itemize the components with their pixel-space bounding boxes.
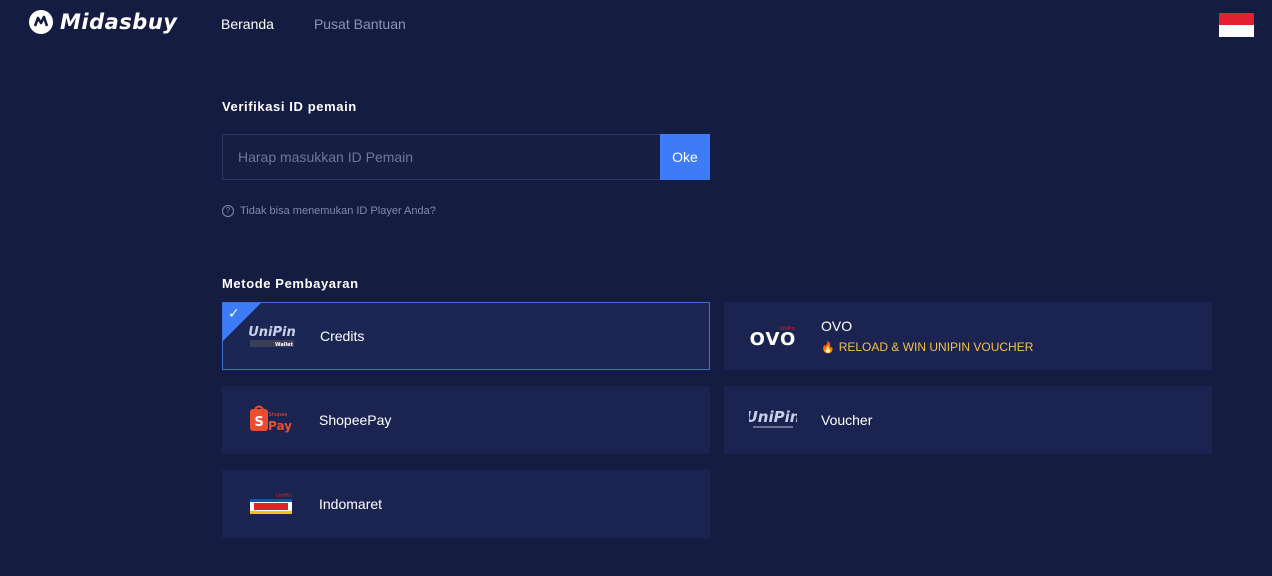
ovo-promo: 🔥 RELOAD & WIN UNIPIN VOUCHER	[821, 340, 1033, 354]
payment-name-ovo: OVO	[821, 318, 853, 334]
payment-card-ovo[interactable]: UniPin OVO OVO 🔥 RELOAD & WIN UNIPIN VOU…	[724, 302, 1212, 370]
payment-card-shopeepay[interactable]: S Shopee Pay ShopeePay	[222, 386, 710, 454]
midasbuy-logo-icon	[29, 10, 53, 34]
player-id-form: Oke	[222, 134, 710, 180]
player-id-input[interactable]	[222, 134, 660, 180]
fire-icon: 🔥	[821, 341, 835, 354]
svg-text:UniPin: UniPin	[276, 493, 292, 499]
payment-name-indomaret: Indomaret	[319, 496, 383, 512]
nav-help-center[interactable]: Pusat Bantuan	[314, 16, 406, 32]
check-icon: ✓	[228, 305, 240, 321]
svg-text:S: S	[254, 415, 263, 430]
top-header: Midasbuy Beranda Pusat Bantuan	[0, 0, 1272, 48]
nav-home[interactable]: Beranda	[221, 16, 274, 32]
svg-text:UniPin: UniPin	[248, 325, 296, 340]
svg-text:UniPin: UniPin	[749, 408, 797, 426]
svg-text:Shopee: Shopee	[268, 412, 287, 418]
svg-text:OVO: OVO	[749, 329, 796, 349]
find-id-help-link[interactable]: ? Tidak bisa menemukan ID Player Anda?	[222, 205, 436, 217]
midasbuy-logo[interactable]: Midasbuy	[28, 9, 177, 35]
brand-name: Midasbuy	[60, 10, 178, 34]
payment-name-credits: Credits	[320, 328, 365, 344]
unipin-wallet-logo-icon: UniPin Wallet	[248, 325, 296, 348]
payment-card-indomaret[interactable]: UniPin Indomaret	[222, 470, 710, 538]
indonesia-flag-icon[interactable]	[1219, 13, 1254, 37]
verification-title: Verifikasi ID pemain	[222, 99, 357, 114]
payment-name-voucher: Voucher	[821, 412, 873, 428]
payment-name-shopeepay: ShopeePay	[319, 412, 392, 428]
unipin-voucher-logo-icon: UniPin	[749, 408, 797, 428]
svg-text:Wallet: Wallet	[275, 342, 294, 348]
question-circle-icon: ?	[222, 205, 234, 217]
shopeepay-logo-icon: S Shopee Pay	[249, 405, 292, 433]
indomaret-logo-icon: UniPin	[249, 493, 292, 514]
help-text: Tidak bisa menemukan ID Player Anda?	[240, 205, 436, 217]
main-nav: Beranda Pusat Bantuan	[221, 16, 446, 32]
payment-title: Metode Pembayaran	[222, 276, 359, 291]
payment-card-credits[interactable]: ✓ UniPin Wallet Credits	[222, 302, 710, 370]
ovo-logo-icon: UniPin OVO	[749, 326, 796, 349]
ok-button[interactable]: Oke	[660, 134, 710, 180]
payment-card-voucher[interactable]: UniPin Voucher	[724, 386, 1212, 454]
ovo-promo-text: RELOAD & WIN UNIPIN VOUCHER	[838, 340, 1034, 354]
svg-text:Pay: Pay	[267, 419, 291, 433]
